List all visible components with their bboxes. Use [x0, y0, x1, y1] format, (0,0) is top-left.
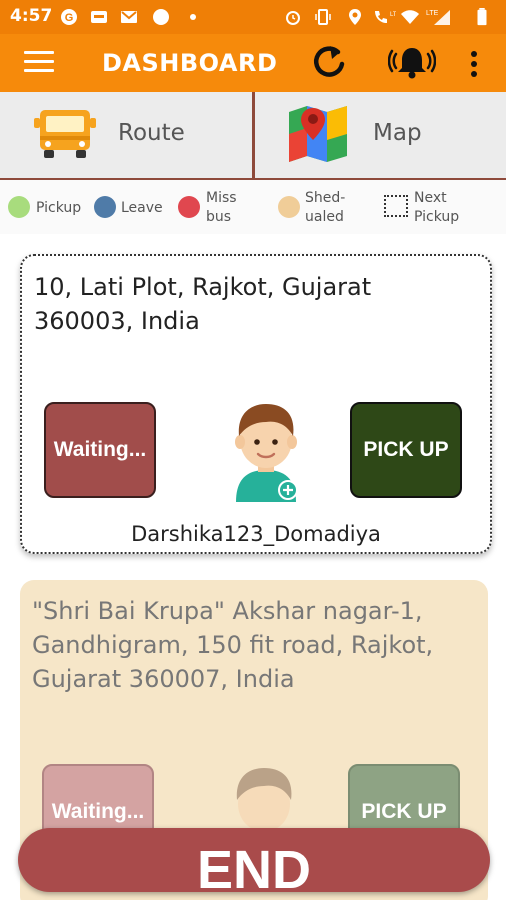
legend-label: Next [414, 190, 447, 206]
legend-label: ualed [305, 209, 344, 225]
student-avatar-icon [235, 404, 298, 502]
page-title: DASHBOARD [102, 49, 278, 77]
next-pickup-swatch [384, 195, 408, 217]
pick-up-button[interactable]: PICK UP [350, 402, 462, 498]
status-time: 4:57 [10, 6, 53, 26]
tab-bar: Route Map [0, 92, 506, 180]
stop-address: "Shri Bai Krupa" Akshar nagar-1, Gandhig… [32, 597, 434, 693]
waiting-button[interactable]: Waiting... [44, 402, 156, 498]
news-icon [91, 11, 107, 23]
alarm-bell-icon[interactable] [388, 44, 436, 80]
tab-route[interactable]: Route [0, 92, 252, 178]
signal-icon: LTE [426, 10, 450, 25]
tab-map[interactable]: Map [255, 92, 506, 178]
svg-text:LTE: LTE [426, 10, 439, 17]
gmail-icon [121, 11, 137, 23]
leave-color-dot [94, 196, 116, 218]
location-icon [349, 9, 361, 25]
legend-label: bus [206, 209, 232, 225]
alarm-icon [286, 11, 300, 25]
tab-map-label: Map [373, 120, 422, 146]
wifi-icon [401, 10, 419, 24]
google-icon: G [61, 9, 77, 25]
legend-label: Shed- [305, 190, 346, 206]
stop-card: 10, Lati Plot, Rajkot, Gujarat 360003, I… [20, 254, 492, 554]
legend-label: Pickup [36, 200, 82, 216]
student-username: Darshika123_Domadiya [131, 522, 381, 546]
more-vert-icon[interactable] [466, 50, 482, 78]
app-bar: DASHBOARD [0, 34, 506, 92]
pickup-color-dot [8, 196, 30, 218]
stop-list[interactable]: 10, Lati Plot, Rajkot, Gujarat 360003, I… [0, 234, 506, 900]
menu-icon[interactable] [24, 51, 54, 73]
vibrate-icon [315, 9, 331, 25]
legend-label: Pickup [414, 209, 460, 225]
dot-icon [190, 14, 196, 20]
end-trip-button[interactable]: END [18, 828, 490, 892]
svg-text:LTE: LTE [390, 12, 396, 18]
battery-icon [477, 8, 487, 26]
circle-icon [153, 9, 169, 25]
refresh-icon[interactable] [308, 42, 350, 84]
svg-text:G: G [65, 12, 74, 24]
legend: Pickup Leave Miss bus Shed- ualed Next P… [0, 180, 506, 234]
stop-address: 10, Lati Plot, Rajkot, Gujarat 360003, I… [34, 273, 372, 335]
legend-label: Leave [121, 200, 163, 216]
volte-call-icon: LTE [375, 11, 396, 23]
bus-icon [34, 110, 96, 158]
sheduled-color-dot [278, 196, 300, 218]
miss-bus-color-dot [178, 196, 200, 218]
legend-label: Miss [206, 190, 237, 206]
map-icon [289, 106, 347, 162]
tab-route-label: Route [118, 120, 185, 146]
status-bar: 4:57 G LTE LTE [0, 0, 506, 34]
